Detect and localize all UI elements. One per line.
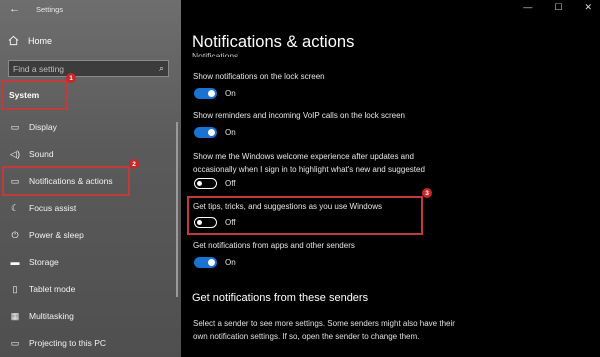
sidebar-scrollbar[interactable]	[176, 122, 178, 297]
sidebar-item-label: Projecting to this PC	[29, 338, 107, 348]
toggle-apps-senders[interactable]	[194, 257, 217, 268]
setting-tips-label: Get tips, tricks, and suggestions as you…	[193, 202, 382, 211]
toggle-state: Off	[225, 179, 236, 188]
toggle-reminders[interactable]	[194, 127, 217, 138]
display-icon: ▭	[10, 121, 20, 132]
annotation-badge-2: 2	[129, 159, 139, 169]
section-heading-partial: Notifications	[192, 51, 239, 57]
projector-icon: ▭	[10, 337, 20, 348]
nav-home-label: Home	[28, 35, 53, 46]
toggle-state: On	[225, 128, 236, 137]
toggle-tips[interactable]	[194, 217, 217, 228]
sidebar-item-storage[interactable]: ▬ Storage	[0, 252, 181, 272]
speaker-icon: ◁)	[10, 148, 20, 159]
sidebar-item-label: Tablet mode	[29, 284, 76, 294]
search-placeholder: Find a setting	[13, 63, 65, 74]
settings-sidebar: ← Settings Home Find a setting ⌕ System …	[0, 0, 181, 357]
senders-heading: Get notifications from these senders	[192, 292, 369, 304]
toggle-state: On	[225, 258, 236, 267]
home-icon	[8, 35, 19, 46]
tablet-icon: ▯	[12, 283, 18, 294]
sidebar-item-label: Display	[29, 122, 57, 132]
sidebar-item-label: Storage	[29, 257, 59, 267]
close-icon[interactable]: ✕	[584, 2, 592, 13]
sidebar-item-display[interactable]: ▭ Display	[0, 117, 181, 137]
setting-reminders-label: Show reminders and incoming VoIP calls o…	[193, 111, 405, 120]
toggle-lock-screen[interactable]	[194, 88, 217, 99]
setting-lock-screen-label: Show notifications on the lock screen	[193, 72, 325, 81]
sidebar-item-multitasking[interactable]: ▦ Multitasking	[0, 306, 181, 326]
sidebar-item-projecting[interactable]: ▭ Projecting to this PC	[0, 333, 181, 353]
sidebar-item-sound[interactable]: ◁) Sound	[0, 144, 181, 164]
setting-apps-senders-label: Get notifications from apps and other se…	[193, 241, 355, 250]
maximize-icon[interactable]: ☐	[554, 2, 562, 13]
nav-home[interactable]: Home	[8, 35, 52, 46]
sidebar-item-focus-assist[interactable]: ☾ Focus assist	[0, 198, 181, 218]
storage-icon: ▬	[10, 257, 20, 267]
toggle-state: On	[225, 89, 236, 98]
main-pane: — ☐ ✕ Notifications & actions Notificati…	[181, 0, 600, 357]
search-input[interactable]: Find a setting ⌕	[8, 60, 169, 77]
sidebar-item-label: Sound	[29, 149, 54, 159]
sidebar-item-power-sleep[interactable]: ⏻ Power & sleep	[0, 225, 181, 245]
power-icon: ⏻	[11, 229, 19, 240]
sidebar-item-label: Multitasking	[29, 311, 74, 321]
sidebar-item-label: Power & sleep	[29, 230, 84, 240]
minimize-icon[interactable]: —	[523, 2, 532, 13]
app-title: Settings	[36, 5, 64, 14]
system-heading: System	[9, 90, 40, 100]
toggle-welcome[interactable]	[194, 178, 217, 189]
title-bar: ← Settings	[0, 0, 181, 20]
window-controls: — ☐ ✕	[523, 2, 592, 13]
toggle-state: Off	[225, 218, 236, 227]
annotation-badge-3: 3	[422, 188, 432, 198]
multitasking-icon: ▦	[10, 310, 20, 321]
back-arrow-icon[interactable]: ←	[9, 3, 20, 15]
moon-icon: ☾	[10, 202, 20, 213]
search-icon[interactable]: ⌕	[159, 63, 164, 74]
setting-welcome-label: Show me the Windows welcome experience a…	[193, 152, 425, 174]
sidebar-item-label: Focus assist	[29, 203, 77, 213]
notifications-highlight	[2, 166, 130, 196]
sidebar-item-tablet-mode[interactable]: ▯ Tablet mode	[0, 279, 181, 299]
system-heading-highlight: System	[1, 80, 68, 110]
annotation-badge-1: 1	[66, 73, 76, 83]
senders-description: Select a sender to see more settings. So…	[193, 319, 455, 341]
